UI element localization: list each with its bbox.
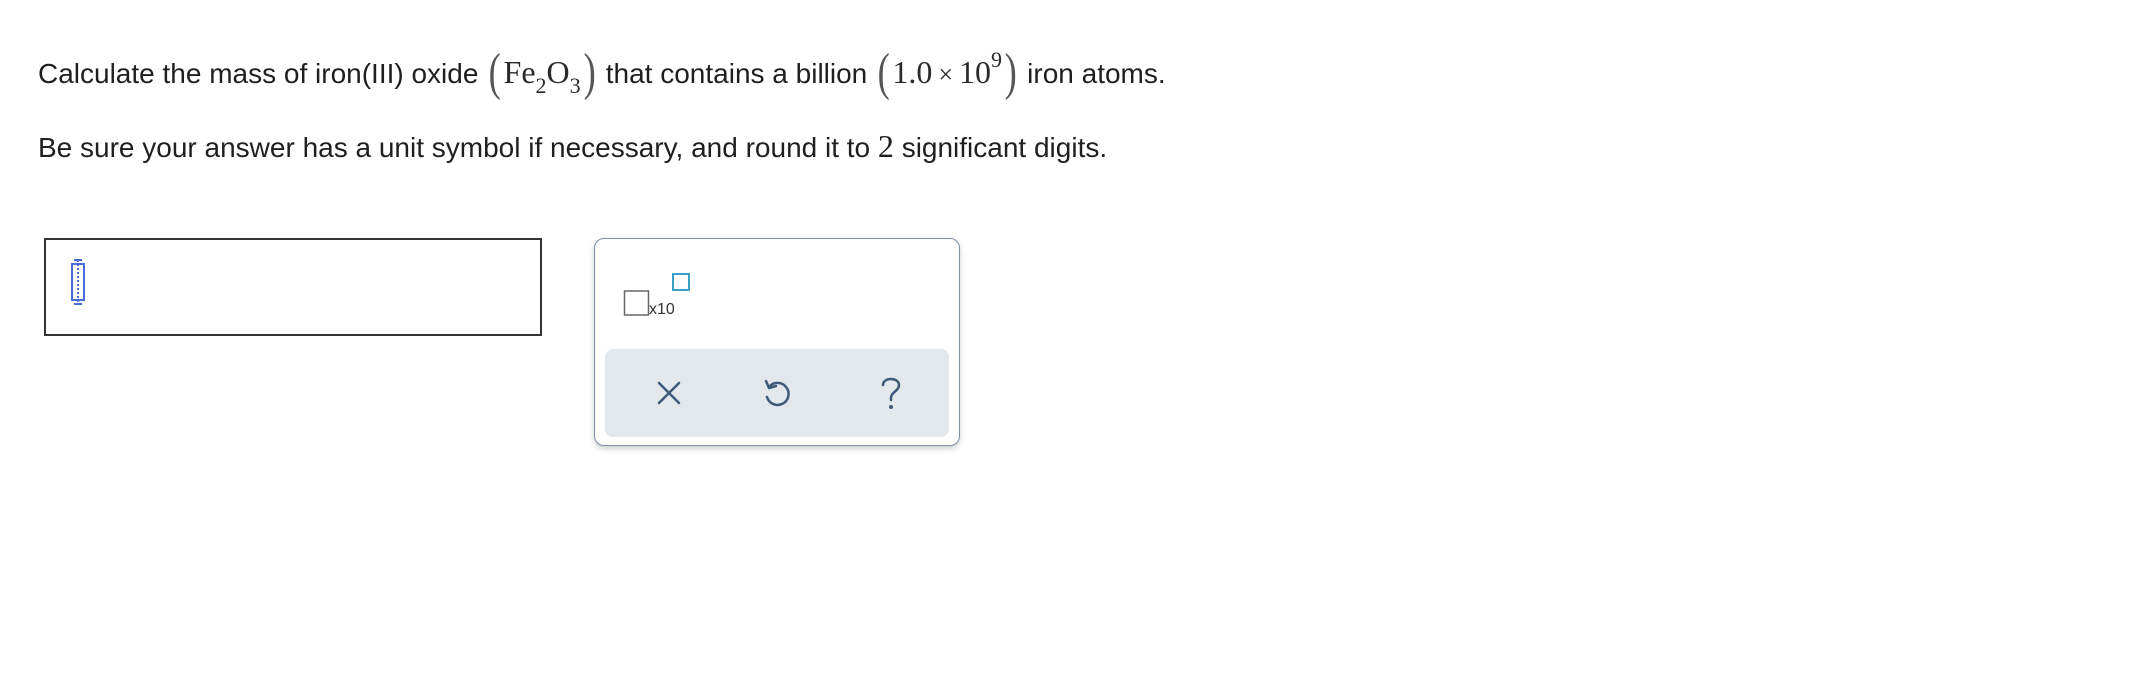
atom-count: 1.0 × 109 xyxy=(892,47,1003,90)
scientific-notation-icon: x10 xyxy=(623,273,690,318)
text-cursor-icon xyxy=(71,259,85,305)
scientific-notation-button[interactable]: x10 xyxy=(623,271,699,323)
significant-digits-count: 2 xyxy=(877,128,894,164)
clear-button[interactable] xyxy=(647,371,691,415)
help-icon xyxy=(881,377,901,409)
question-suffix: iron atoms. xyxy=(1027,58,1166,89)
math-palette: x10 xyxy=(594,238,960,446)
chemical-formula: Fe2O3 xyxy=(503,54,581,98)
instruction-text: Be sure your answer has a unit symbol if… xyxy=(38,128,1108,164)
undo-button[interactable] xyxy=(755,371,799,415)
sci-notation-label: x10 xyxy=(649,301,675,318)
undo-icon xyxy=(764,379,790,407)
action-bar xyxy=(605,349,949,437)
answer-input[interactable] xyxy=(44,238,542,336)
question-middle: that contains a billion xyxy=(605,58,868,89)
close-icon xyxy=(657,381,681,405)
help-button[interactable] xyxy=(869,371,913,415)
question-text: Calculate the mass of iron(III) oxide (F… xyxy=(38,44,1166,101)
question-prefix: Calculate the mass of iron(III) oxide xyxy=(38,58,479,89)
